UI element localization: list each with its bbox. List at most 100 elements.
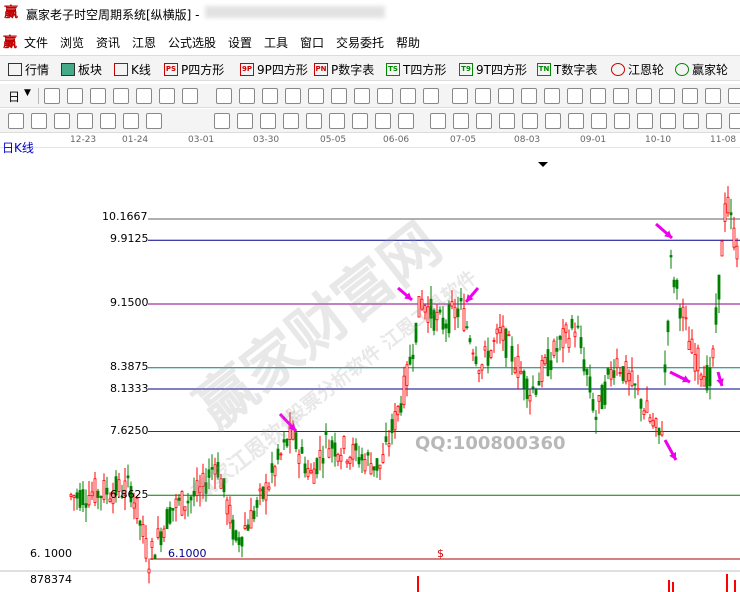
tool-button-icon[interactable] xyxy=(400,88,416,104)
candle-body xyxy=(540,359,544,382)
tool-button-icon[interactable] xyxy=(498,88,514,104)
tool-p-square[interactable]: PS P四方形 xyxy=(164,60,224,78)
candle-body xyxy=(474,356,478,365)
tool-winner-wheel[interactable]: 赢家轮 xyxy=(675,60,728,78)
tool-button-icon[interactable] xyxy=(136,88,152,104)
tool-button-icon[interactable] xyxy=(67,88,83,104)
tool-button-icon[interactable] xyxy=(591,113,607,129)
menu-help[interactable]: 帮助 xyxy=(396,34,420,51)
tool-button-icon[interactable] xyxy=(214,113,230,129)
tool-button-icon[interactable] xyxy=(590,88,606,104)
tool-button-icon[interactable] xyxy=(683,113,699,129)
tool-button-icon[interactable] xyxy=(659,88,675,104)
tool-button-icon[interactable] xyxy=(544,88,560,104)
p-square-icon: PS xyxy=(164,62,178,76)
tool-button-icon[interactable] xyxy=(352,113,368,129)
tool-t-square[interactable]: TS T四方形 xyxy=(386,60,446,78)
tool-button-icon[interactable] xyxy=(354,88,370,104)
tool-button-icon[interactable] xyxy=(113,88,129,104)
tool-button-icon[interactable] xyxy=(375,113,391,129)
candle-body xyxy=(561,328,565,349)
tool-button-icon[interactable] xyxy=(216,88,232,104)
tool-button-icon[interactable] xyxy=(476,113,492,129)
tool-9p-square[interactable]: 9P 9P四方形 xyxy=(240,60,308,78)
tool-button-icon[interactable] xyxy=(567,88,583,104)
candle-body xyxy=(303,463,307,474)
tool-button-icon[interactable] xyxy=(614,113,630,129)
tool-button-icon[interactable] xyxy=(729,113,740,129)
tool-button-icon[interactable] xyxy=(54,113,70,129)
volume-value: 878374 xyxy=(30,573,72,586)
period-selector[interactable]: 日 xyxy=(8,88,20,105)
date-tick: 01-24 xyxy=(122,135,149,145)
grid-icon xyxy=(8,62,22,76)
candle-body xyxy=(600,385,604,410)
tool-button-icon[interactable] xyxy=(8,113,24,129)
tool-button-icon[interactable] xyxy=(637,113,653,129)
menu-file[interactable]: 文件 xyxy=(24,34,48,51)
tool-button-icon[interactable] xyxy=(475,88,491,104)
tool-button-icon[interactable] xyxy=(123,113,139,129)
candle-body xyxy=(84,503,88,508)
menu-trade[interactable]: 交易委托 xyxy=(336,34,384,51)
tool-button-icon[interactable] xyxy=(182,88,198,104)
tool-button-icon[interactable] xyxy=(545,113,561,129)
tool-button-icon[interactable] xyxy=(260,113,276,129)
menu-tools[interactable]: 工具 xyxy=(264,34,288,51)
tool-button-icon[interactable] xyxy=(90,88,106,104)
tool-button-icon[interactable] xyxy=(660,113,676,129)
candle-body xyxy=(297,454,301,464)
candle-body xyxy=(99,496,103,498)
tool-button-icon[interactable] xyxy=(146,113,162,129)
tool-button-icon[interactable] xyxy=(613,88,629,104)
menu-gann[interactable]: 江恩 xyxy=(132,34,156,51)
tool-button-icon[interactable] xyxy=(329,113,345,129)
tool-button-icon[interactable] xyxy=(705,88,721,104)
menu-window[interactable]: 窗口 xyxy=(300,34,324,51)
candle-body xyxy=(711,348,715,359)
menu-browse[interactable]: 浏览 xyxy=(60,34,84,51)
tool-button-icon[interactable] xyxy=(285,88,301,104)
candle-body xyxy=(264,482,268,501)
tool-kline[interactable]: K线 xyxy=(114,60,151,78)
tool-button-icon[interactable] xyxy=(728,88,740,104)
tool-button-icon[interactable] xyxy=(77,113,93,129)
tool-9t-square[interactable]: T9 9T四方形 xyxy=(459,60,527,78)
tool-button-icon[interactable] xyxy=(453,113,469,129)
candle-body xyxy=(87,495,91,506)
tool-sectors[interactable]: 板块 xyxy=(61,60,102,78)
tool-gann-wheel[interactable]: 江恩轮 xyxy=(611,60,664,78)
tool-button-icon[interactable] xyxy=(430,113,446,129)
tool-button-icon[interactable] xyxy=(452,88,468,104)
tool-button-icon[interactable] xyxy=(44,88,60,104)
tool-button-icon[interactable] xyxy=(521,88,537,104)
menu-info[interactable]: 资讯 xyxy=(96,34,120,51)
tool-button-icon[interactable] xyxy=(100,113,116,129)
tool-button-icon[interactable] xyxy=(237,113,253,129)
tool-button-icon[interactable] xyxy=(331,88,347,104)
tool-button-icon[interactable] xyxy=(499,113,515,129)
chevron-down-icon[interactable]: ▼ xyxy=(24,88,31,98)
tool-t-number[interactable]: TN T数字表 xyxy=(537,60,597,78)
tool-button-icon[interactable] xyxy=(706,113,722,129)
menu-formula[interactable]: 公式选股 xyxy=(168,34,216,51)
tool-button-icon[interactable] xyxy=(377,88,393,104)
tool-button-icon[interactable] xyxy=(283,113,299,129)
tool-quotes[interactable]: 行情 xyxy=(8,60,49,78)
tool-button-icon[interactable] xyxy=(159,88,175,104)
tool-button-icon[interactable] xyxy=(636,88,652,104)
candle-body xyxy=(504,328,508,358)
tool-button-icon[interactable] xyxy=(31,113,47,129)
tool-button-icon[interactable] xyxy=(682,88,698,104)
tool-button-icon[interactable] xyxy=(398,113,414,129)
tool-button-icon[interactable] xyxy=(306,113,322,129)
candle-body xyxy=(351,443,355,460)
tool-button-icon[interactable] xyxy=(423,88,439,104)
tool-button-icon[interactable] xyxy=(262,88,278,104)
tool-button-icon[interactable] xyxy=(308,88,324,104)
tool-button-icon[interactable] xyxy=(522,113,538,129)
tool-p-number[interactable]: PN P数字表 xyxy=(314,60,374,78)
menu-settings[interactable]: 设置 xyxy=(228,34,252,51)
tool-button-icon[interactable] xyxy=(239,88,255,104)
tool-button-icon[interactable] xyxy=(568,113,584,129)
